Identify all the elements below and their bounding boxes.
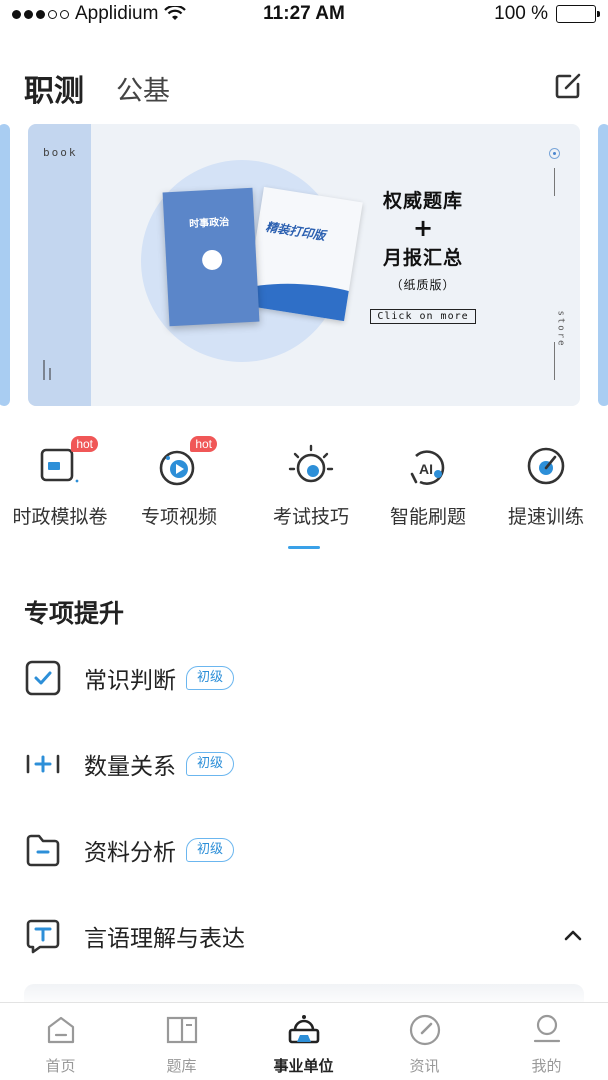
- home-icon: [47, 1016, 74, 1044]
- compass-icon: [409, 1014, 440, 1046]
- shortcut-row: hot 时政模拟卷 hot 专项视频 考试技巧 AI 智能刷题 提速训练: [0, 436, 608, 552]
- promo-banner[interactable]: book 精装打印版 时事政治 权威题库 + 月报汇总 （纸质版） Click …: [28, 124, 580, 406]
- banner-store-column: store: [548, 146, 566, 386]
- level-tag: 初级: [186, 838, 235, 862]
- battery-percent: 100 %: [494, 3, 548, 24]
- banner-line2: 月报汇总: [382, 247, 463, 269]
- level-tag: 初级: [186, 752, 235, 776]
- banner-plus: +: [412, 214, 434, 242]
- hot-badge: hot: [71, 436, 98, 452]
- user-icon: [533, 1014, 560, 1043]
- folder-icon: [26, 834, 60, 867]
- battery-group: 100 %: [494, 3, 600, 25]
- battery-icon: [556, 5, 600, 23]
- hot-badge: hot: [190, 436, 217, 452]
- checkbox-icon: [25, 660, 61, 696]
- shortcut-special-video[interactable]: hot 专项视频: [120, 436, 238, 529]
- banner-side-strip: book: [28, 124, 91, 406]
- svg-text:AI: AI: [419, 461, 433, 477]
- target-dot-icon: [549, 148, 560, 159]
- tab-label: 首页: [45, 1057, 76, 1075]
- chevron-up-icon[interactable]: [562, 924, 584, 946]
- tab-label: 我的: [531, 1057, 562, 1075]
- topic-verbal[interactable]: 言语理解与表达: [24, 914, 584, 958]
- video-play-icon: hot: [155, 436, 217, 490]
- topic-label: 资料分析: [84, 840, 176, 866]
- banner-note: （纸质版）: [390, 278, 456, 292]
- banner-book-label: book: [43, 146, 78, 159]
- banner-copy: 权威题库 + 月报汇总 （纸质版） Click on more: [348, 186, 498, 324]
- section-title: 专项提升: [24, 599, 125, 628]
- carousel-next-peek[interactable]: [598, 124, 608, 406]
- tab-question-bank[interactable]: 题库: [121, 1013, 242, 1076]
- banner-store-word: store: [555, 310, 566, 348]
- shortcut-label: 提速训练: [507, 506, 584, 528]
- book-print-edition: 精装打印版: [245, 186, 363, 322]
- status-bar: Applidium 11:27 AM 100 %: [0, 0, 608, 30]
- tab-label: 题库: [166, 1057, 197, 1075]
- topic-common-sense[interactable]: 常识判断 初级: [24, 656, 584, 700]
- topic-data-analysis[interactable]: 资料分析 初级: [24, 828, 584, 872]
- shortcut-smart-practice[interactable]: AI 智能刷题: [369, 442, 487, 529]
- book-front-title: 时事政治: [188, 217, 230, 231]
- book-current-affairs: 时事政治: [162, 187, 260, 327]
- lightbulb-icon: [287, 442, 335, 490]
- shortcut-label: 时政模拟卷: [12, 506, 108, 528]
- shortcut-exam-tips[interactable]: 考试技巧: [252, 442, 370, 529]
- click-more-button[interactable]: Click on more: [370, 309, 476, 324]
- plus-bracket-icon: [26, 754, 60, 774]
- bottom-tab-bar: 首页 题库 事业单位 资讯 我的: [0, 1002, 608, 1080]
- tab-gongji[interactable]: 公基: [116, 69, 170, 108]
- shortcut-mock-exam[interactable]: hot 时政模拟卷: [1, 436, 119, 529]
- ai-icon: AI: [404, 442, 452, 490]
- book-icon: [166, 1016, 197, 1044]
- shortcut-label: 考试技巧: [272, 506, 349, 528]
- text-bubble-icon: [26, 919, 60, 954]
- banner-line1: 权威题库: [382, 190, 463, 212]
- tab-news[interactable]: 资讯: [364, 1013, 485, 1076]
- book-back-title: 精装打印版: [264, 219, 327, 243]
- exam-paper-icon: hot: [36, 436, 98, 490]
- tab-zhice[interactable]: 职测: [24, 66, 84, 110]
- shortcut-page-indicator: [288, 546, 320, 549]
- tab-home[interactable]: 首页: [0, 1013, 121, 1076]
- shortcut-label: 智能刷题: [389, 506, 466, 528]
- edit-icon[interactable]: [552, 70, 584, 102]
- book-badge-icon: [201, 249, 223, 271]
- topic-label: 常识判断: [84, 668, 176, 694]
- shortcut-label: 专项视频: [140, 506, 217, 528]
- carousel-prev-peek[interactable]: [0, 124, 10, 406]
- topic-label: 数量关系: [84, 754, 176, 780]
- tab-label: 事业单位: [273, 1057, 334, 1075]
- tab-label: 资讯: [409, 1057, 440, 1075]
- speedometer-icon: [522, 442, 570, 490]
- topic-label: 言语理解与表达: [84, 926, 245, 952]
- topic-quantity[interactable]: 数量关系 初级: [24, 742, 584, 786]
- institution-icon: [288, 1015, 319, 1044]
- tab-public-institution[interactable]: 事业单位: [243, 1013, 364, 1076]
- tab-profile[interactable]: 我的: [486, 1013, 607, 1076]
- shortcut-speed-training[interactable]: 提速训练: [487, 442, 605, 529]
- level-tag: 初级: [186, 666, 235, 690]
- top-header: 职测 公基: [24, 60, 584, 116]
- strip-lines-icon: [43, 360, 51, 380]
